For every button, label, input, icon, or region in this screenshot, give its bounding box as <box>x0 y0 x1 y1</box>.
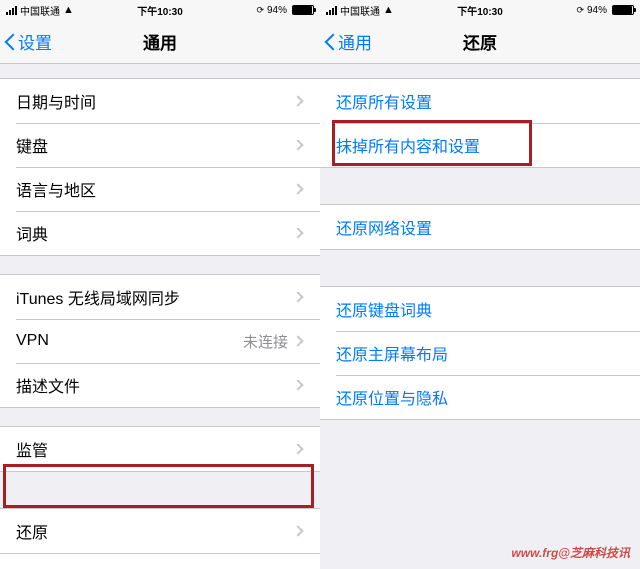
chevron-right-icon <box>292 95 303 106</box>
chevron-right-icon <box>292 443 303 454</box>
chevron-right-icon <box>292 291 303 302</box>
wifi-icon: ▲ <box>63 4 74 16</box>
time-label: 下午10:30 <box>137 3 183 18</box>
chevron-right-icon <box>292 183 303 194</box>
back-label: 设置 <box>18 29 52 54</box>
row-itunes-wifi-sync[interactable]: iTunes 无线局域网同步 <box>0 275 320 319</box>
row-profiles[interactable]: 描述文件 <box>0 363 320 407</box>
battery-pct: 94% <box>267 5 287 16</box>
row-language-region[interactable]: 语言与地区 <box>0 167 320 211</box>
back-label: 通用 <box>338 29 372 54</box>
signal-icon <box>326 6 337 15</box>
phone-general-settings: 中国联通 ▲ 下午10:30 ⟳ 94% 设置 通用 日期与时间 键盘 语言与地… <box>0 0 320 569</box>
page-title: 还原 <box>463 29 497 54</box>
row-reset-home-layout[interactable]: 还原主屏幕布局 <box>320 331 640 375</box>
chevron-right-icon <box>292 139 303 150</box>
status-bar: 中国联通 ▲ 下午10:30 ⟳ 94% <box>0 0 320 20</box>
row-reset-keyboard-dict[interactable]: 还原键盘词典 <box>320 287 640 331</box>
row-reset-location-privacy[interactable]: 还原位置与隐私 <box>320 375 640 419</box>
row-erase-all-content[interactable]: 抹掉所有内容和设置 <box>320 123 640 167</box>
signal-icon <box>6 6 17 15</box>
row-shutdown[interactable]: 关机 <box>0 554 320 569</box>
row-reset[interactable]: 还原 <box>0 509 320 553</box>
page-title: 通用 <box>143 29 177 54</box>
carrier-label: 中国联通 <box>340 3 380 18</box>
phone-reset-menu: 中国联通 ▲ 下午10:30 ⟳ 94% 通用 还原 还原所有设置 抹掉所有内容… <box>320 0 640 569</box>
chevron-right-icon <box>292 227 303 238</box>
watermark-text: www.frg@芝麻科技讯 <box>511 544 630 561</box>
row-reset-all-settings[interactable]: 还原所有设置 <box>320 79 640 123</box>
chevron-left-icon <box>4 32 16 52</box>
vpn-status: 未连接 <box>243 331 288 352</box>
back-button[interactable]: 通用 <box>320 29 372 54</box>
battery-pct: 94% <box>587 5 607 16</box>
back-button[interactable]: 设置 <box>0 29 52 54</box>
row-dictionary[interactable]: 词典 <box>0 211 320 255</box>
row-reset-network[interactable]: 还原网络设置 <box>320 205 640 249</box>
carrier-label: 中国联通 <box>20 3 60 18</box>
content-area: 还原所有设置 抹掉所有内容和设置 还原网络设置 还原键盘词典 还原主屏幕布局 还… <box>320 64 640 569</box>
battery-icon <box>612 5 634 15</box>
content-area: 日期与时间 键盘 语言与地区 词典 iTunes 无线局域网同步 VPN未连接 … <box>0 64 320 569</box>
chevron-right-icon <box>292 335 303 346</box>
row-supervision[interactable]: 监管 <box>0 427 320 471</box>
row-date-time[interactable]: 日期与时间 <box>0 79 320 123</box>
lock-icon: ⟳ <box>256 5 264 16</box>
row-vpn[interactable]: VPN未连接 <box>0 319 320 363</box>
chevron-right-icon <box>292 525 303 536</box>
status-bar: 中国联通 ▲ 下午10:30 ⟳ 94% <box>320 0 640 20</box>
navbar: 通用 还原 <box>320 20 640 64</box>
lock-icon: ⟳ <box>576 5 584 16</box>
time-label: 下午10:30 <box>457 3 503 18</box>
chevron-right-icon <box>292 379 303 390</box>
wifi-icon: ▲ <box>383 4 394 16</box>
chevron-left-icon <box>324 32 336 52</box>
navbar: 设置 通用 <box>0 20 320 64</box>
row-keyboard[interactable]: 键盘 <box>0 123 320 167</box>
battery-icon <box>292 5 314 15</box>
